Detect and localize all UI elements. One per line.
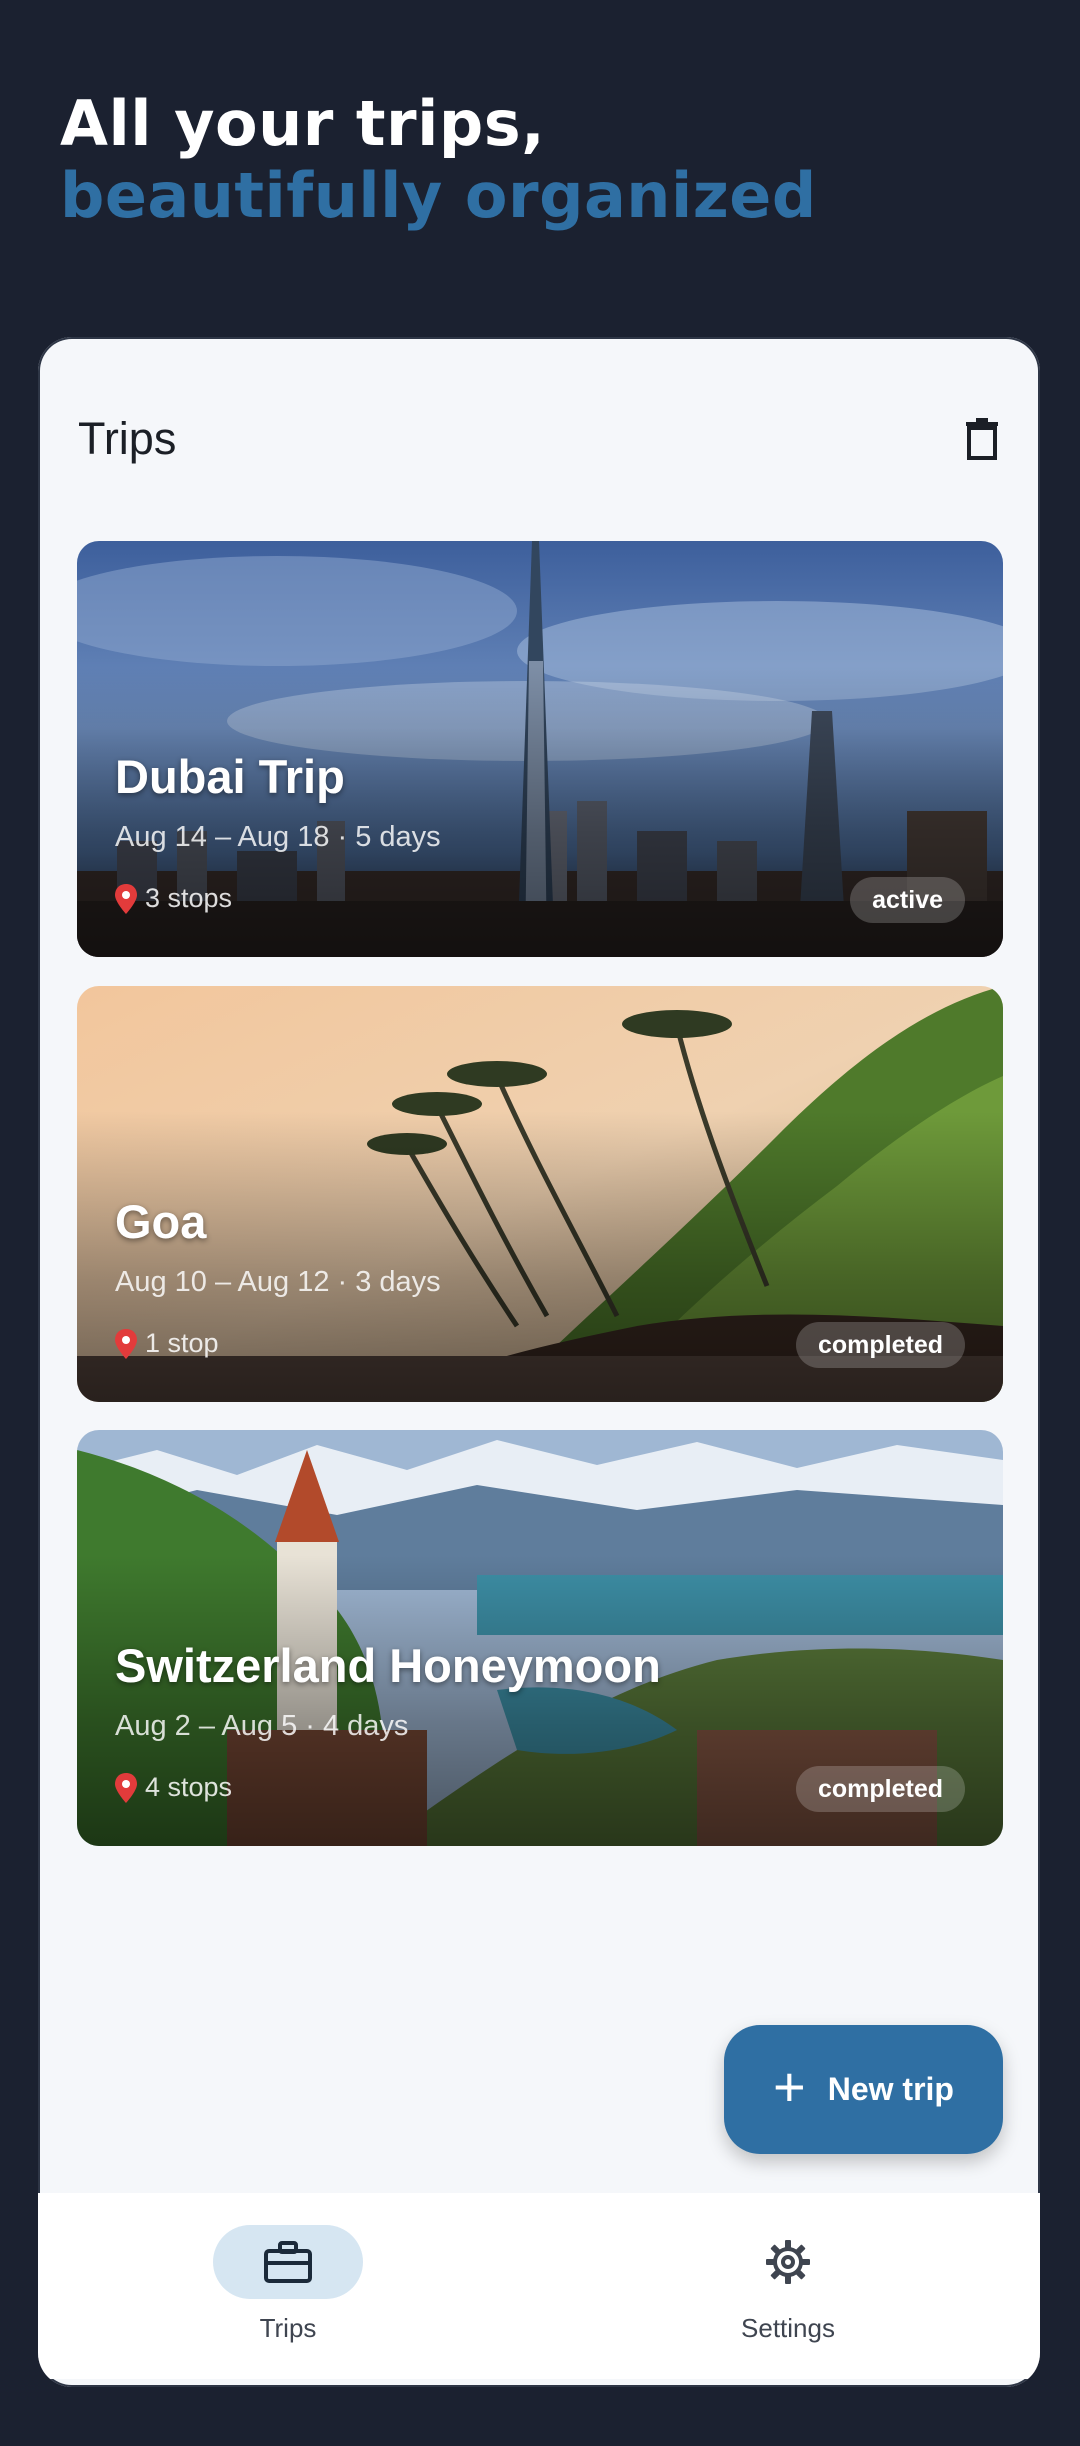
page-title: Trips	[78, 413, 177, 464]
briefcase-icon	[264, 2241, 312, 2283]
trip-card-switzerland[interactable]: Switzerland Honeymoon Aug 2 – Aug 5 · 4 …	[77, 1430, 1003, 1846]
trip-stops-label: 1 stop	[145, 1328, 219, 1358]
trip-stops-label: 4 stops	[145, 1772, 233, 1802]
trip-dates: Aug 14 – Aug 18 · 5 days	[115, 821, 441, 853]
bottom-nav: Trips Settings	[38, 2193, 1040, 2379]
new-trip-button[interactable]: + New trip	[724, 2025, 1003, 2154]
status-badge: completed	[795, 1766, 965, 1812]
trip-stops: 4 stops	[115, 1772, 232, 1803]
trip-title: Switzerland Honeymoon	[115, 1639, 661, 1692]
delete-button[interactable]	[952, 409, 1012, 469]
map-pin-icon	[115, 883, 137, 914]
plus-icon: +	[773, 2054, 806, 2118]
nav-item-settings[interactable]: Settings	[693, 2193, 893, 2379]
nav-item-trips[interactable]: Trips	[193, 2193, 393, 2379]
hero-headline: All your trips, beautifully organized	[60, 88, 817, 232]
headline-line-2: beautifully organized	[60, 159, 817, 232]
trip-title: Goa	[115, 1195, 207, 1248]
trip-stops: 1 stop	[115, 1328, 219, 1359]
nav-active-indicator	[213, 2225, 363, 2299]
trip-stops: 3 stops	[115, 883, 232, 914]
map-pin-icon	[115, 1328, 137, 1359]
status-badge: active	[850, 877, 965, 923]
trip-dates: Aug 10 – Aug 12 · 3 days	[115, 1266, 441, 1298]
headline-line-1: All your trips,	[60, 87, 546, 160]
new-trip-label: New trip	[827, 2071, 954, 2107]
trip-stops-label: 3 stops	[145, 883, 233, 913]
nav-inactive-slot	[713, 2225, 863, 2299]
nav-label-settings: Settings	[741, 2313, 835, 2343]
trip-dates: Aug 2 – Aug 5 · 4 days	[115, 1710, 409, 1742]
gear-icon	[766, 2240, 810, 2284]
status-badge: completed	[795, 1322, 965, 1368]
trash-icon	[966, 418, 998, 460]
trip-title: Dubai Trip	[115, 750, 345, 803]
trip-card-dubai[interactable]: Dubai Trip Aug 14 – Aug 18 · 5 days 3 st…	[77, 541, 1003, 957]
nav-label-trips: Trips	[259, 2313, 317, 2343]
map-pin-icon	[115, 1772, 137, 1803]
trip-card-goa[interactable]: Goa Aug 10 – Aug 12 · 3 days 1 stop comp…	[77, 986, 1003, 1402]
app-screen: Trips Dubai Trip Aug 14 – Aug 18 · 5 day…	[38, 337, 1040, 2387]
